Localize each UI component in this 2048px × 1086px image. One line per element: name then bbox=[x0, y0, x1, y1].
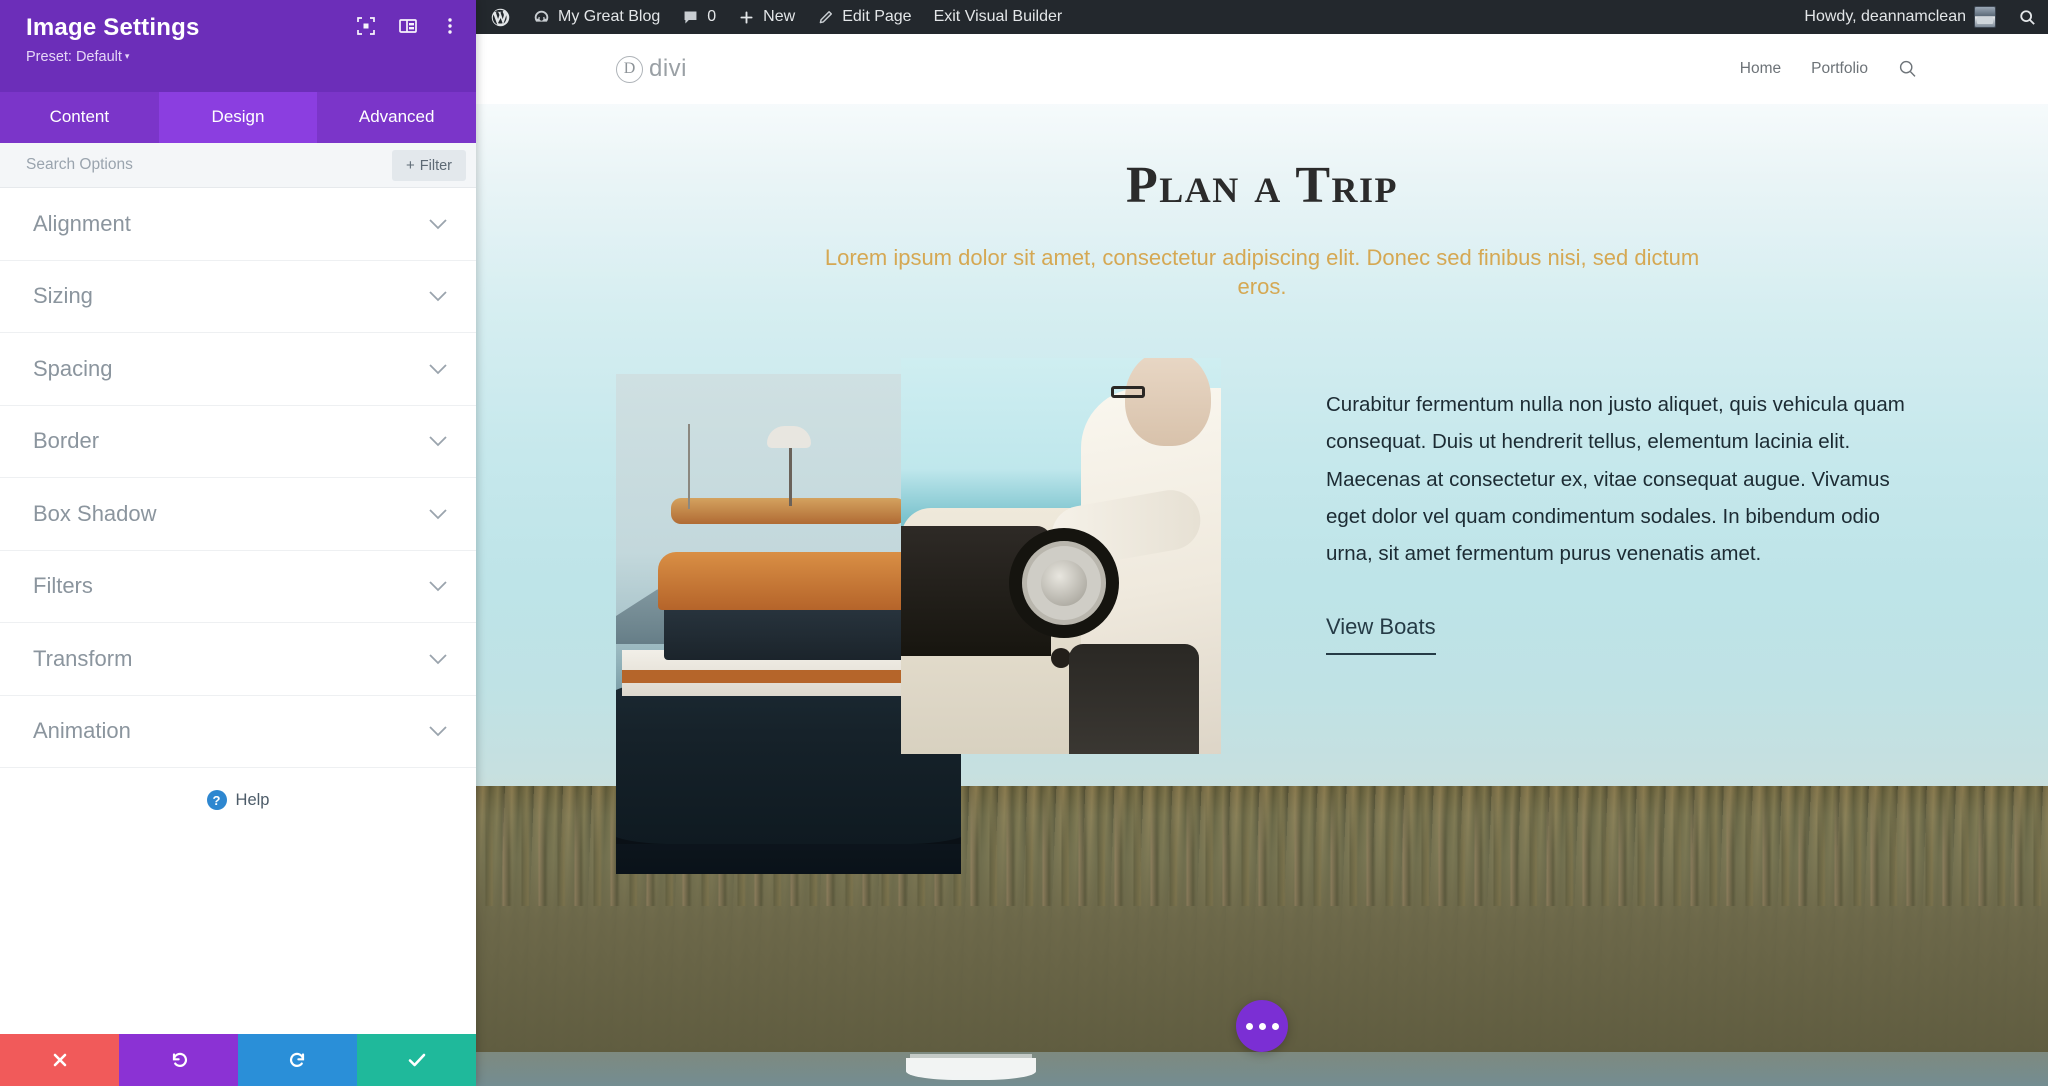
chevron-down-icon bbox=[428, 435, 448, 447]
help-label: Help bbox=[235, 790, 270, 809]
help-link[interactable]: ? Help bbox=[0, 768, 476, 810]
chevron-down-icon bbox=[428, 218, 448, 230]
nav-item-home[interactable]: Home bbox=[1740, 60, 1781, 78]
site-name-menu[interactable]: My Great Blog bbox=[522, 0, 671, 34]
search-options-bar: +Filter bbox=[0, 143, 476, 188]
image-gallery bbox=[616, 357, 1221, 874]
chevron-down-icon bbox=[428, 653, 448, 665]
section-alignment[interactable]: Alignment bbox=[0, 188, 476, 261]
section-label: Animation bbox=[33, 718, 131, 744]
filter-button[interactable]: + Filter bbox=[392, 149, 466, 181]
layout-columns-icon[interactable] bbox=[398, 16, 418, 36]
comment-bubble-icon bbox=[684, 11, 697, 23]
dot-icon bbox=[1245, 1022, 1253, 1030]
dot-icon bbox=[1258, 1022, 1266, 1030]
section-transform[interactable]: Transform bbox=[0, 623, 476, 696]
page-canvas: D divi Home Portfolio Plan a Trip Lorem … bbox=[476, 34, 2048, 1086]
plus-icon bbox=[740, 10, 753, 24]
divi-logo-icon: D bbox=[616, 55, 643, 83]
exit-visual-builder-link[interactable]: Exit Visual Builder bbox=[923, 0, 1074, 34]
page-title: Plan a Trip bbox=[1125, 157, 1398, 214]
content-row: Curabitur fermentum nulla non justo aliq… bbox=[476, 357, 2048, 874]
section-label: Alignment bbox=[33, 210, 131, 236]
site-logo-text: divi bbox=[649, 55, 688, 82]
preset-label: Preset: Default bbox=[26, 48, 122, 65]
save-button[interactable] bbox=[357, 1034, 476, 1086]
site-header: D divi Home Portfolio bbox=[476, 34, 2048, 104]
section-sizing[interactable]: Sizing bbox=[0, 261, 476, 333]
howdy-label: Howdy, deannamclean bbox=[1804, 8, 1966, 25]
account-menu[interactable]: Howdy, deannamclean bbox=[1793, 0, 2007, 34]
wordpress-logo-icon[interactable] bbox=[476, 0, 522, 34]
tab-advanced[interactable]: Advanced bbox=[317, 92, 476, 143]
wordpress-admin-bar: My Great Blog 0 New Edit Page Exit Visua… bbox=[476, 0, 2048, 34]
water-strip bbox=[476, 1052, 2048, 1086]
filter-label: Filter bbox=[419, 157, 452, 174]
section-border[interactable]: Border bbox=[0, 406, 476, 478]
chevron-down-icon bbox=[428, 363, 448, 375]
design-sections-list: Alignment Sizing Spacing Border Box Shad… bbox=[0, 188, 476, 1034]
distant-boat bbox=[906, 1058, 1036, 1080]
section-spacing[interactable]: Spacing bbox=[0, 333, 476, 406]
pencil-icon bbox=[819, 10, 833, 23]
section-label: Spacing bbox=[33, 355, 113, 381]
section-label: Sizing bbox=[33, 283, 93, 309]
text-column: Curabitur fermentum nulla non justo aliq… bbox=[1216, 374, 1918, 656]
search-icon[interactable] bbox=[1898, 59, 1918, 79]
chevron-down-icon bbox=[428, 508, 448, 520]
body-paragraph: Curabitur fermentum nulla non justo aliq… bbox=[1326, 392, 1905, 566]
view-boats-button[interactable]: View Boats bbox=[1326, 614, 1436, 656]
comment-count: 0 bbox=[707, 8, 717, 25]
nav-item-portfolio[interactable]: Portfolio bbox=[1811, 60, 1868, 78]
redo-button[interactable] bbox=[238, 1034, 357, 1086]
section-animation[interactable]: Animation bbox=[0, 696, 476, 768]
section-filters[interactable]: Filters bbox=[0, 551, 476, 623]
section-label: Filters bbox=[33, 573, 93, 599]
focus-target-icon[interactable] bbox=[356, 16, 376, 36]
chevron-down-icon bbox=[428, 725, 448, 737]
edit-page-link[interactable]: Edit Page bbox=[806, 0, 922, 34]
new-label: New bbox=[763, 8, 796, 25]
question-mark-icon: ? bbox=[206, 790, 227, 810]
cancel-button[interactable] bbox=[0, 1034, 119, 1086]
section-box-shadow[interactable]: Box Shadow bbox=[0, 478, 476, 551]
image-settings-panel: Image Settings Preset: Default ▾ Content… bbox=[0, 0, 476, 1086]
site-name-label: My Great Blog bbox=[558, 8, 661, 25]
page-subtitle: Lorem ipsum dolor sit amet, consectetur … bbox=[824, 245, 1700, 300]
photo-person-steering-boat[interactable] bbox=[901, 357, 1221, 754]
screen-root: Image Settings Preset: Default ▾ Content… bbox=[0, 0, 2048, 1086]
panel-header: Image Settings Preset: Default ▾ bbox=[0, 0, 476, 92]
search-icon bbox=[2020, 9, 2035, 25]
more-vertical-icon[interactable] bbox=[440, 16, 460, 36]
caret-down-icon: ▾ bbox=[124, 50, 130, 61]
section-label: Transform bbox=[33, 645, 133, 671]
comments-menu[interactable]: 0 bbox=[671, 0, 727, 34]
avatar bbox=[1974, 6, 1996, 28]
primary-nav: Home Portfolio bbox=[1740, 59, 1918, 79]
plus-icon: + bbox=[406, 156, 415, 174]
preset-selector[interactable]: Preset: Default ▾ bbox=[26, 49, 454, 65]
new-content-menu[interactable]: New bbox=[727, 0, 806, 34]
chevron-down-icon bbox=[428, 290, 448, 302]
dashboard-icon bbox=[534, 10, 549, 22]
section-label: Box Shadow bbox=[33, 500, 157, 526]
undo-button[interactable] bbox=[119, 1034, 238, 1086]
builder-menu-fab[interactable] bbox=[1236, 1000, 1288, 1052]
site-logo[interactable]: D divi bbox=[616, 55, 687, 83]
exit-visual-builder-label: Exit Visual Builder bbox=[933, 8, 1063, 25]
chevron-down-icon bbox=[428, 580, 448, 592]
tab-content[interactable]: Content bbox=[0, 92, 159, 143]
panel-tabs: Content Design Advanced bbox=[0, 92, 476, 143]
section-label: Border bbox=[33, 428, 100, 454]
adminbar-search-button[interactable] bbox=[2007, 0, 2048, 34]
dot-icon bbox=[1271, 1022, 1279, 1030]
search-input[interactable] bbox=[26, 156, 392, 174]
tab-design[interactable]: Design bbox=[158, 92, 318, 143]
panel-footer-actions bbox=[0, 1034, 476, 1086]
panel-header-icons bbox=[356, 16, 460, 36]
edit-page-label: Edit Page bbox=[842, 8, 912, 25]
